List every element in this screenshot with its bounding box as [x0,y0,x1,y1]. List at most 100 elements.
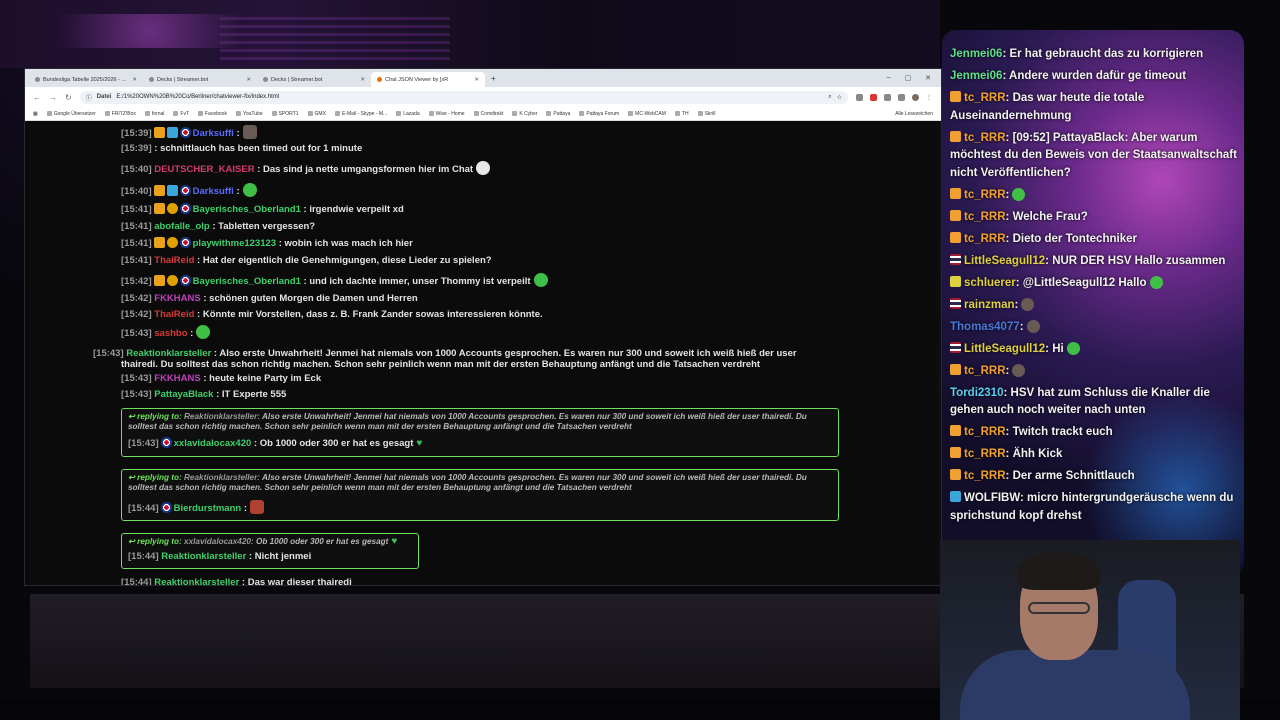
chat-message: [15:40] Darksuffi : [121,183,257,197]
game-badge-icon [166,185,178,196]
zoom-icon[interactable]: ⌕ [828,94,831,101]
info-icon[interactable]: ⓘ [86,93,92,102]
bookmark-item[interactable]: YouTube [235,111,263,117]
bookmark-item[interactable]: Google Übersetzer [46,111,96,117]
tab-decks-2[interactable]: Decks | Streamer.bot ✕ [257,72,371,87]
forward-icon[interactable]: → [49,93,57,102]
flag-badge-icon [179,203,191,214]
username: tc_RRR [964,131,1006,144]
flag-badge-icon [179,185,191,196]
tab-bundesliga[interactable]: Bundesliga Tabelle 2025/2026 - ... ✕ [29,72,143,87]
user-badge-icon [950,297,961,309]
bookmarks-bar: ▦ Google Übersetzer FRITZ!Box fornal FvT… [25,107,941,121]
close-tab-icon[interactable]: ✕ [474,77,479,83]
message-text: Pattaya Forum [586,110,620,117]
username: DEUTSCHER_KAISER [154,164,255,175]
bookmark-item[interactable]: E-Mail - Skype - M... [334,111,387,117]
close-tab-icon[interactable]: ✕ [246,77,251,83]
tab-decks-1[interactable]: Decks | Streamer.bot ✕ [143,72,257,87]
overlay-message: Thomas4077: [950,319,1240,337]
message-text: Ob 1000 oder 300 er hat es gesagt [255,537,389,546]
bookmark-item[interactable]: MC-WebCAM [628,111,666,117]
address-bar-row: ← → ↻ ⓘ Datei E:/1%20OWN%20B%20Co/Berlin… [25,87,941,107]
reload-icon[interactable]: ↻ [65,93,72,102]
close-tab-icon[interactable]: ✕ [360,77,365,83]
background-stripes [220,14,450,60]
url-field[interactable]: ⓘ Datei E:/1%20OWN%20B%20Co/Berliner/cha… [79,90,848,104]
user-badge-icon [950,447,961,458]
chat-message: [15:41] ThaiReid : Hat der eigentlich di… [121,255,492,266]
bookmark-item[interactable]: Pattaya Forum [579,111,619,117]
bookmark-star-icon[interactable]: ☆ [837,94,842,101]
crown-badge-icon [153,127,165,138]
username: tc_RRR [964,210,1006,223]
timestamp: [15:43] [128,438,159,449]
chat-message: [15:40] DEUTSCHER_KAISER : Das sind ja n… [121,161,491,175]
overlay-message: tc_RRR: Ähh Kick [950,446,1240,464]
chat-message: [15:42] Bayerisches_Oberland1 : und ich d… [121,273,548,287]
bookmark-item[interactable]: GMX [307,111,326,117]
username: Jenmei06 [950,48,1003,60]
message-text: fornal [151,110,165,117]
minimize-icon[interactable]: – [887,74,891,82]
extension-icon[interactable] [884,93,891,101]
bookmark-item[interactable]: Lazada [396,111,420,117]
bookmark-item[interactable]: FvT [173,111,189,117]
message-text: FvT [180,110,189,117]
timestamp: [15:42] [121,309,152,320]
bookmark-item[interactable]: K Cyber [512,111,537,117]
message-text: : Dieto der Tontechniker [1005,232,1137,245]
user-badge-icon [950,275,961,287]
reply-arrow-icon: ↩ [128,412,135,421]
bookmark-item[interactable]: FRITZ!Box [104,111,136,117]
username: FKKHANS [154,293,201,304]
bookmark-item[interactable]: Facebook [198,111,227,117]
bookmark-item[interactable]: TH [674,111,689,117]
bookmark-item[interactable]: fornal [144,110,165,117]
tier-badge-icon [166,203,178,214]
maximize-icon[interactable]: ▢ [905,74,912,82]
bookmark-favicon-icon [46,111,52,116]
close-tab-icon[interactable]: ✕ [132,77,137,83]
tab-favicon-icon [35,77,40,82]
new-tab-button[interactable]: + [491,74,496,83]
chat-message: [15:39] : schnittlauch has been timed ou… [121,143,362,154]
overlay-message: tc_RRR: Das war heute die totale Auseina… [950,90,1240,125]
flag-badge-icon [179,237,191,248]
bookmark-item[interactable]: Comdirekt [473,111,503,117]
extension-icon[interactable] [870,93,877,101]
username: Tordi2310 [950,386,1004,399]
username: playwithme123123 [192,238,277,249]
overlay-message: rainzman: [950,297,1240,315]
apps-icon[interactable]: ▦ [33,111,38,117]
message-text: : @LittleSeagull12 Hallo [1015,276,1147,289]
username: schluerer [964,276,1016,289]
bookmark-item[interactable]: Pattaya [546,111,570,117]
flag-badge-icon [160,502,172,513]
message-text: : irgendwie verpeilt xd [303,204,404,215]
username: Bayerisches_Oberland1 [192,276,301,287]
close-window-icon[interactable]: ✕ [925,74,931,82]
bookmark-item[interactable]: Wise - Home [428,111,465,117]
message-text: replying to: [137,412,182,421]
username: tc_RRR [964,470,1006,482]
browser-window: Bundesliga Tabelle 2025/2026 - ... ✕ Deck… [24,68,942,586]
back-icon[interactable]: ← [33,93,41,102]
profile-avatar[interactable] [912,93,919,101]
all-bookmarks-link[interactable]: Alle Lesezeichen [895,111,933,117]
message-text: : [1005,364,1010,377]
username: LittleSeagull12 [964,342,1046,355]
tab-chat-viewer[interactable]: Chat JSON Viewer by [xR ✕ [371,72,485,87]
extension-icon[interactable] [898,93,905,101]
message-text: : [236,128,240,139]
message-text: : Twitch trackt euch [1005,426,1113,438]
bookmark-item[interactable]: SPORT1 [271,111,299,117]
username: Reaktionklarsteller [154,577,240,586]
message-text: replying to: [137,473,182,482]
extension-icon[interactable] [856,93,863,101]
bookmark-item[interactable]: Skrill [697,111,715,117]
menu-icon[interactable]: ⋮ [926,94,933,101]
timestamp: [15:39] [121,143,152,154]
username: xxlavidalocax420 [173,438,252,449]
message-text: : [243,503,248,514]
